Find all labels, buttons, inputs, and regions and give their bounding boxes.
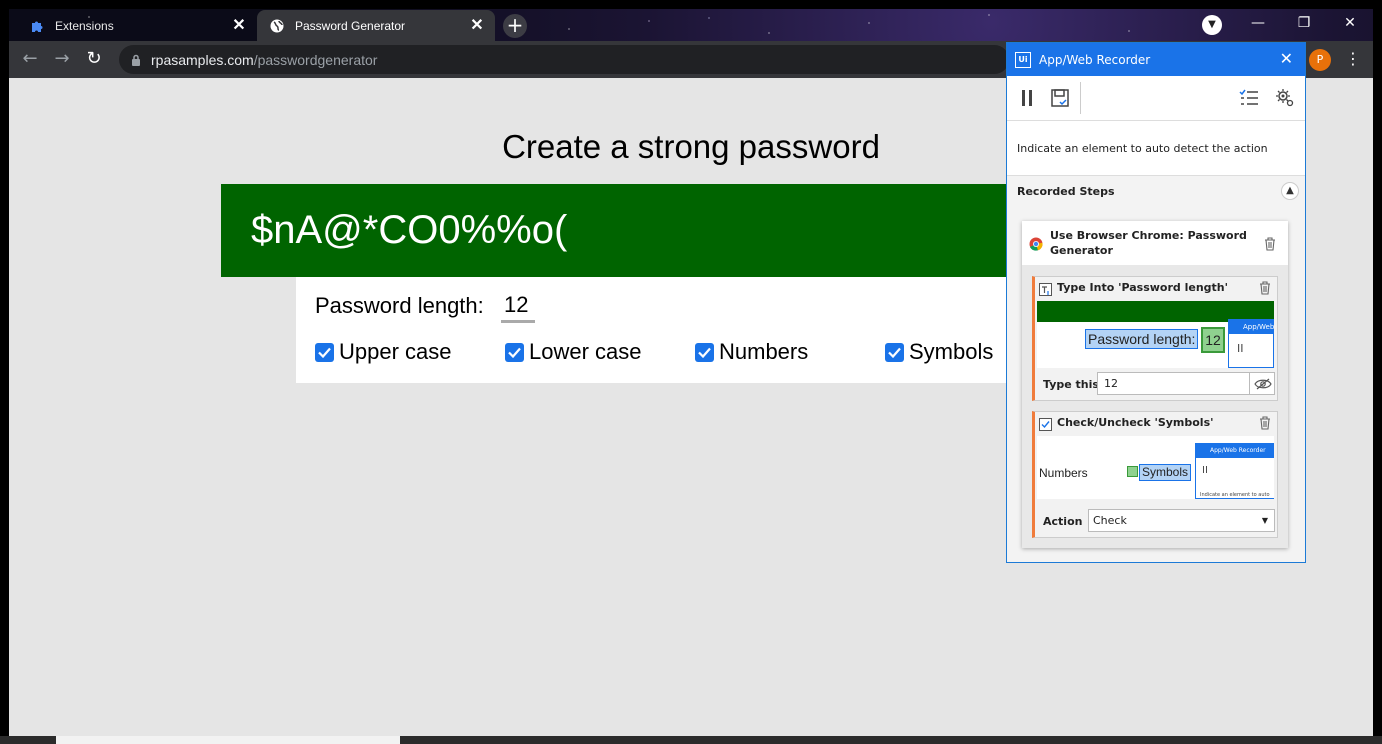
thumb-checkbox [1127,466,1138,477]
thumb-mini-recorder: App/Web Recorder II Indicate an element … [1195,443,1274,499]
thumb-mini-recorder: App/Web II [1228,319,1274,368]
taskbar-search[interactable] [56,736,400,744]
close-icon[interactable]: ✕ [229,16,249,36]
thumb-mini-title: App/Web Recorder [1196,444,1274,458]
action-select-value: Check [1093,514,1127,527]
trash-icon[interactable] [1259,280,1271,295]
thumb-length-value: 12 [1201,327,1225,353]
save-icon[interactable] [1048,86,1072,110]
minimize-button[interactable]: — [1235,9,1281,39]
thumb-mini-hint: Indicate an element to auto [1200,492,1270,498]
action-screenshot: Password length: 12 App/Web II [1037,301,1274,368]
option-label: Symbols [909,339,994,364]
scope-header: Use Browser Chrome: Password Generator [1022,221,1288,265]
thumb-mini-title: App/Web [1229,320,1274,334]
restore-button[interactable]: ❐ [1281,9,1327,39]
generated-password: $nA@*CO0%%o( [251,208,568,252]
list-check-icon[interactable] [1237,86,1261,110]
chrome-icon [1029,236,1043,251]
pause-icon[interactable] [1015,86,1039,110]
recorder-toolbar [1007,76,1305,121]
eye-slash-icon[interactable] [1249,372,1275,395]
url-path: /passwordgenerator [253,51,378,68]
thumb-numbers: Numbers [1039,466,1088,480]
tab-extensions[interactable]: Extensions ✕ [17,10,257,41]
url-host: rpasamples.com [151,51,254,68]
pause-icon: II [1202,465,1208,476]
toolbar-divider [1080,82,1081,114]
type-into-icon [1039,281,1052,296]
close-window-button[interactable]: ✕ [1327,9,1373,39]
forward-arrow-icon[interactable]: → [51,49,73,71]
option-symbols[interactable]: Symbols [885,339,993,365]
scope-body: Type Into 'Password length' Password len… [1022,265,1288,548]
tab-password-generator[interactable]: Password Generator ✕ [257,10,495,41]
tab-search-icon[interactable]: ▼ [1202,15,1222,35]
option-label: Numbers [719,339,809,364]
thumb-symbols: Symbols [1139,464,1192,481]
lock-icon [131,54,141,66]
reload-icon[interactable]: ↻ [83,49,105,71]
more-menu-icon[interactable]: ⋮ [1345,49,1361,71]
checkbox-action-icon [1039,416,1052,431]
tab-label: Password Generator [295,18,406,33]
close-icon[interactable]: ✕ [1280,49,1293,68]
trash-icon[interactable] [1264,236,1276,251]
new-tab-button[interactable]: + [503,14,527,38]
password-length-input[interactable] [501,289,535,323]
thumb-length-label: Password length: [1085,329,1199,349]
option-label: Lower case [529,339,642,364]
close-icon[interactable]: ✕ [467,16,487,36]
tab-label: Extensions [55,18,114,33]
uipath-logo: Ui [1015,51,1031,68]
checkbox-checked-icon[interactable] [505,342,524,362]
settings-gear-icon[interactable] [1273,86,1297,110]
scope-title: Use Browser Chrome: Password Generator [1050,229,1247,257]
profile-avatar[interactable]: P [1309,49,1331,71]
checkbox-checked-icon[interactable] [695,342,714,362]
action-title: Type Into 'Password length' [1057,281,1228,294]
checkbox-checked-icon[interactable] [885,342,904,362]
tab-strip: Extensions ✕ Password Generator ✕ + ▼ — … [9,9,1373,41]
trash-icon[interactable] [1259,415,1271,430]
action-check-uncheck[interactable]: Check/Uncheck 'Symbols' Numbers Symbols … [1032,411,1278,538]
option-label: Upper case [339,339,452,364]
globe-icon [269,18,285,34]
back-arrow-icon[interactable]: ← [19,49,41,71]
action-label: Action [1043,515,1083,528]
option-numbers[interactable]: Numbers [695,339,808,365]
recorder-panel: Ui App/Web Recorder ✕ Indicate an elemen… [1006,42,1306,563]
checkbox-checked-icon[interactable] [315,342,334,362]
puzzle-icon [29,18,45,34]
option-upper-case[interactable]: Upper case [315,339,452,365]
chevron-down-icon: ▼ [1261,516,1268,525]
option-lower-case[interactable]: Lower case [505,339,642,365]
action-screenshot: Numbers Symbols App/Web Recorder II Indi… [1037,436,1274,499]
type-this-label: Type this [1043,378,1099,391]
recorder-hint-area: Indicate an element to auto detect the a… [1007,121,1305,176]
chevron-up-icon[interactable]: ▲ [1281,182,1299,200]
address-bar[interactable]: rpasamples.com /passwordgenerator [119,45,1009,74]
action-select[interactable]: Check ▼ [1088,509,1275,532]
recorder-hint: Indicate an element to auto detect the a… [1017,142,1268,155]
browser-scope-card: Use Browser Chrome: Password Generator T… [1022,221,1288,548]
password-length-label: Password length: [315,293,484,318]
pause-icon: II [1237,342,1244,355]
action-title: Check/Uncheck 'Symbols' [1057,416,1214,429]
action-type-into[interactable]: Type Into 'Password length' Password len… [1032,276,1278,401]
recorded-steps-title: Recorded Steps [1017,185,1115,198]
recorder-header: Ui App/Web Recorder ✕ [1007,43,1305,76]
recorder-title: App/Web Recorder [1039,52,1151,67]
